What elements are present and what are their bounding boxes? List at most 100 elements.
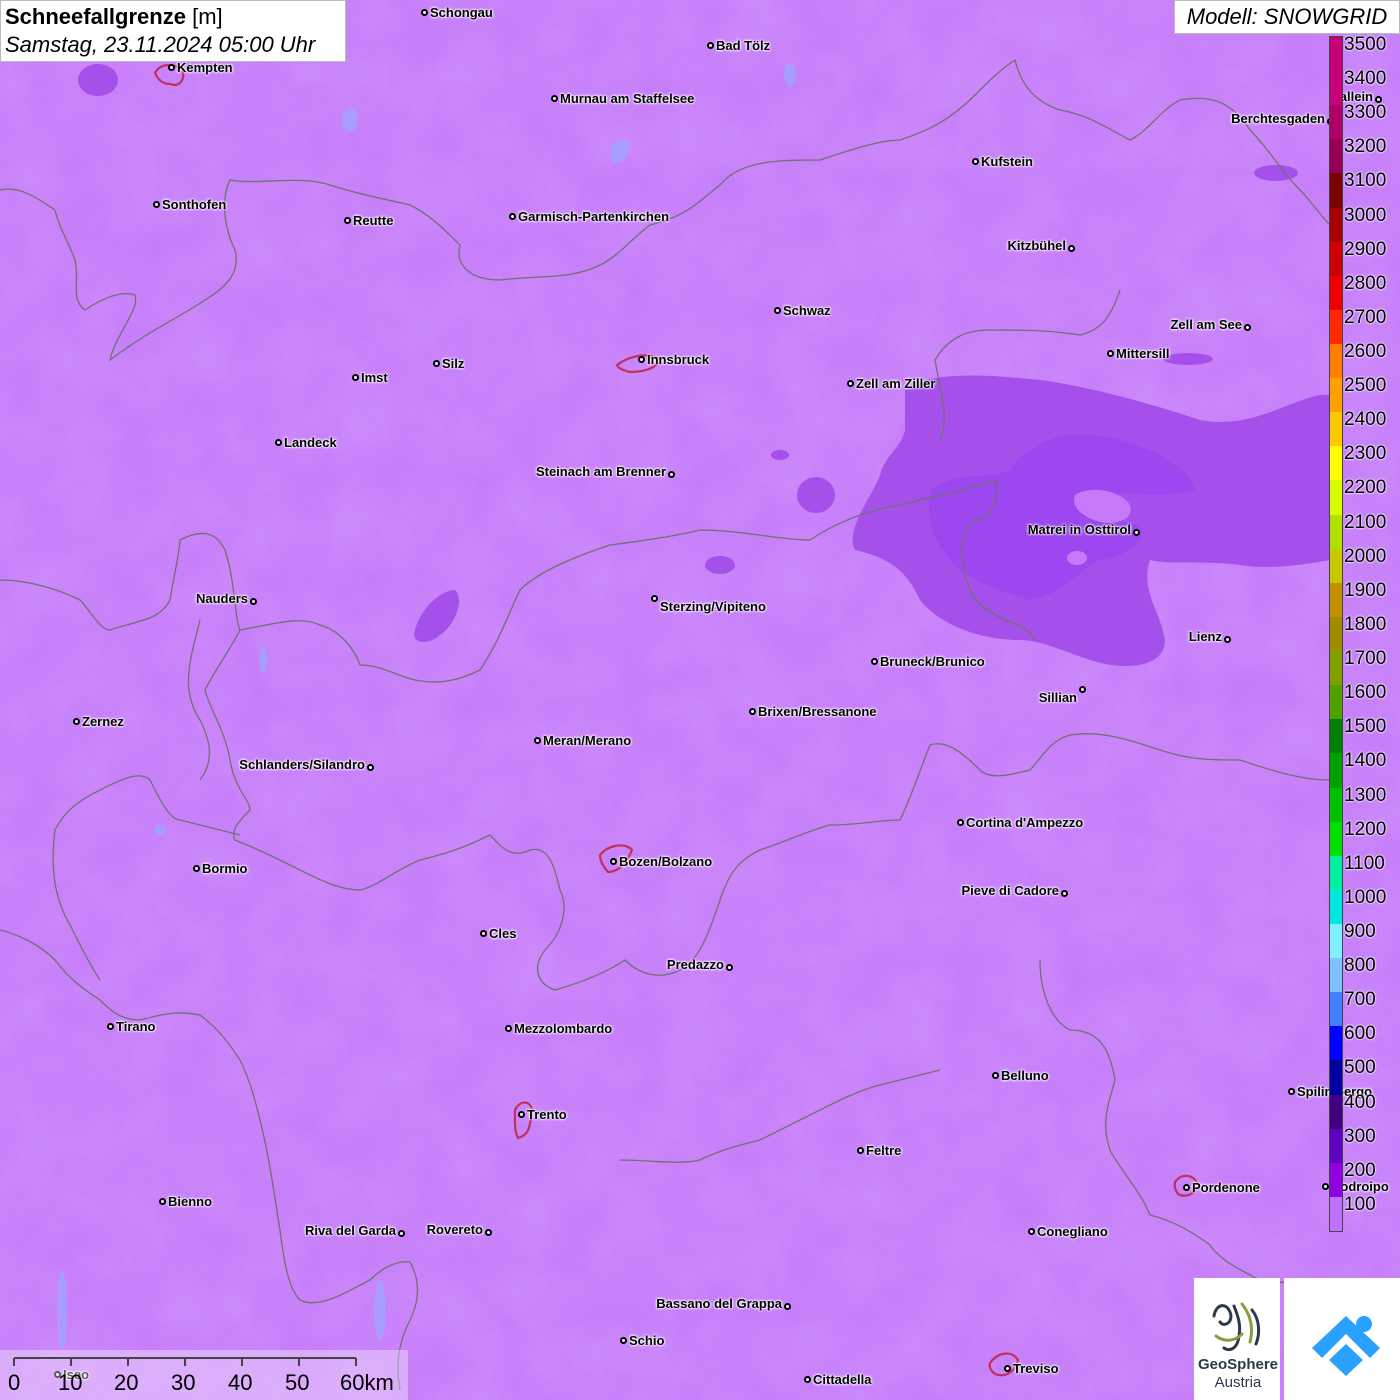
legend-label: 1900 <box>1344 579 1387 601</box>
city-label[interactable]: Cles <box>480 926 516 941</box>
city-label[interactable]: Treviso <box>1004 1361 1059 1376</box>
scale-label: 50 <box>285 1370 310 1395</box>
city-marker-icon <box>551 95 558 102</box>
city-label[interactable]: Conegliano <box>1028 1224 1108 1239</box>
legend-swatch <box>1330 1060 1342 1096</box>
city-label[interactable]: Sterzing/Vipiteno <box>651 595 766 614</box>
city-marker-icon <box>1183 1184 1190 1191</box>
legend-label: 2900 <box>1344 238 1387 260</box>
legend-label: 900 <box>1344 920 1376 942</box>
city-marker-icon <box>638 356 645 363</box>
city-label[interactable]: Imst <box>352 370 388 385</box>
city-label[interactable]: Bruneck/Brunico <box>871 654 985 669</box>
city-marker-icon <box>159 1198 166 1205</box>
city-marker-icon <box>352 374 359 381</box>
legend-label: 2400 <box>1344 409 1387 431</box>
legend-label: 1000 <box>1344 886 1387 908</box>
city-label[interactable]: Kufstein <box>972 154 1033 169</box>
city-label[interactable]: Bassano del Grappa <box>656 1296 791 1311</box>
city-marker-icon <box>485 1229 492 1236</box>
city-label[interactable]: Zell am See <box>1170 317 1251 332</box>
city-marker-icon <box>707 42 714 49</box>
city-label[interactable]: Schwaz <box>774 303 831 318</box>
city-label[interactable]: Silz <box>433 356 464 371</box>
legend-swatch <box>1330 992 1342 1027</box>
legend-swatch <box>1330 787 1342 823</box>
city-marker-icon <box>193 865 200 872</box>
city-label[interactable]: Rovereto <box>427 1222 492 1237</box>
city-label[interactable]: Bienno <box>159 1194 212 1209</box>
geosphere-name: GeoSphere <box>1197 1356 1279 1373</box>
scale-label: 40 <box>228 1370 253 1395</box>
city-label[interactable]: Nauders <box>196 591 257 606</box>
city-label[interactable]: Kitzbühel <box>1008 238 1075 253</box>
legend-swatch <box>1330 685 1342 720</box>
city-name: Bormio <box>202 861 248 876</box>
legend-swatch <box>1330 719 1342 754</box>
city-label[interactable]: Cortina d'Ampezzo <box>957 815 1083 830</box>
city-name: Meran/Merano <box>543 733 632 748</box>
city-label[interactable]: Cittadella <box>804 1372 872 1387</box>
city-label[interactable]: Bozen/Bolzano <box>610 854 712 869</box>
city-label[interactable]: Riva del Garda <box>305 1223 405 1238</box>
city-label[interactable]: Bad Tölz <box>707 38 770 53</box>
city-name: Kufstein <box>981 154 1033 169</box>
city-name: Pordenone <box>1192 1180 1260 1195</box>
city-label[interactable]: Mittersill <box>1107 346 1169 361</box>
city-label[interactable]: Berchtesgaden <box>1231 111 1334 126</box>
city-label[interactable]: Sonthofen <box>153 197 226 212</box>
city-label[interactable]: Mezzolombardo <box>505 1021 612 1036</box>
city-name: Sterzing/Vipiteno <box>660 599 766 614</box>
city-label[interactable]: Schongau <box>421 5 493 20</box>
city-label[interactable]: Kempten <box>168 60 233 75</box>
city-name: Belluno <box>1001 1068 1049 1083</box>
city-label[interactable]: Feltre <box>857 1143 901 1158</box>
legend-swatch <box>1330 37 1342 72</box>
city-label[interactable]: Belluno <box>992 1068 1049 1083</box>
legend-label: 1400 <box>1344 750 1387 772</box>
city-marker-icon <box>509 213 516 220</box>
legend-label: 3400 <box>1344 68 1387 90</box>
city-label[interactable]: Brixen/Bressanone <box>749 704 877 719</box>
legend-label: 3500 <box>1344 34 1387 55</box>
city-label[interactable]: Schlanders/Silandro <box>239 757 374 772</box>
city-name: Brixen/Bressanone <box>758 704 877 719</box>
city-label[interactable]: Garmisch-Partenkirchen <box>509 209 669 224</box>
city-label[interactable]: Predazzo <box>667 957 733 972</box>
city-marker-icon <box>421 9 428 16</box>
city-marker-icon <box>957 819 964 826</box>
city-name: Kempten <box>177 60 233 75</box>
city-label[interactable]: Tirano <box>107 1019 156 1034</box>
city-label[interactable]: Pieve di Cadore <box>961 883 1068 898</box>
city-label[interactable]: Sillian <box>1039 686 1086 705</box>
legend-label: 2200 <box>1344 477 1387 499</box>
city-marker-icon <box>1224 636 1231 643</box>
city-label[interactable]: Lienz <box>1189 629 1231 644</box>
title-unit: [m] <box>192 4 223 29</box>
city-label[interactable]: Landeck <box>275 435 337 450</box>
legend-label: 2100 <box>1344 511 1387 533</box>
legend-swatch <box>1330 1026 1342 1061</box>
legend-label: 1800 <box>1344 613 1387 635</box>
city-marker-icon <box>620 1337 627 1344</box>
legend-label: 2700 <box>1344 306 1387 328</box>
app-logo[interactable] <box>1284 1278 1400 1400</box>
city-marker-icon <box>651 595 658 602</box>
city-label[interactable]: Matrei in Osttirol <box>1028 522 1140 537</box>
city-name: Garmisch-Partenkirchen <box>518 209 670 224</box>
city-label[interactable]: Schio <box>620 1333 664 1348</box>
city-label[interactable]: Zell am Ziller <box>847 376 935 391</box>
city-label[interactable]: Meran/Merano <box>534 733 631 748</box>
geosphere-logo[interactable]: GeoSphere Austria <box>1194 1278 1280 1400</box>
city-label[interactable]: Bormio <box>193 861 248 876</box>
city-label[interactable]: Reutte <box>344 213 393 228</box>
city-label[interactable]: Innsbruck <box>638 352 709 367</box>
city-marker-icon <box>1107 350 1114 357</box>
city-label[interactable]: Murnau am Staffelsee <box>551 91 694 106</box>
legend-swatch <box>1330 753 1342 788</box>
city-label[interactable]: Zernez <box>73 714 124 729</box>
map-area[interactable]: Schongau Bad Tölz Kempten Murnau am Staffel… <box>0 0 1400 1400</box>
city-label[interactable]: Pordenone <box>1183 1180 1260 1195</box>
city-label[interactable]: Trento <box>518 1107 567 1122</box>
city-label[interactable]: Steinach am Brenner <box>536 464 675 479</box>
